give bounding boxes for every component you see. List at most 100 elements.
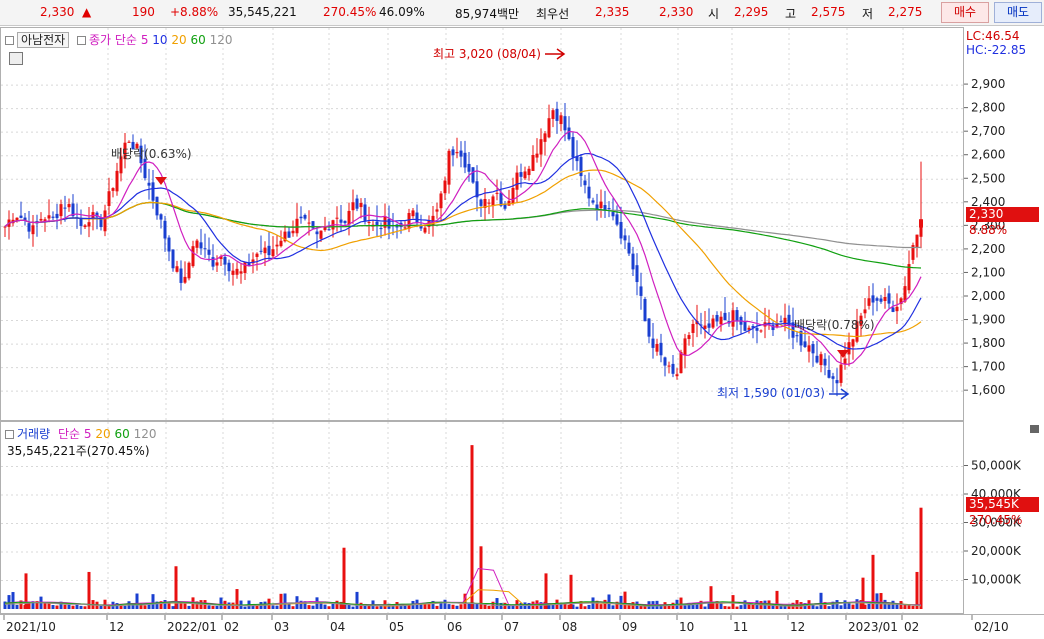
volume-ratio: 270.45%	[323, 5, 377, 19]
volume-bar	[423, 604, 427, 609]
up-arrow-icon: ▲	[82, 5, 92, 19]
candle-body	[147, 182, 151, 186]
volume-bar	[875, 593, 879, 609]
candle-body	[291, 230, 295, 234]
volume-bar	[79, 605, 83, 609]
candle-body	[599, 201, 603, 209]
candle-body	[59, 204, 63, 217]
candle-body	[759, 330, 763, 332]
candle-body	[459, 150, 463, 157]
candle-body	[423, 227, 427, 233]
candle-body	[579, 157, 583, 177]
candle-body	[687, 335, 691, 339]
grid-table-icon[interactable]	[9, 52, 23, 65]
volume-bar	[683, 605, 687, 609]
candle-body	[543, 133, 547, 142]
ma-period-120: 120	[209, 33, 233, 47]
candle-body	[491, 196, 495, 207]
candle-body	[839, 364, 843, 383]
candle-body	[359, 202, 363, 208]
candle-body	[255, 253, 259, 257]
buy-button[interactable]: 매수	[941, 2, 989, 23]
candle-body	[211, 257, 215, 267]
volume-bar	[743, 600, 747, 609]
candle-body	[631, 253, 635, 270]
sell-button[interactable]: 매도	[994, 2, 1042, 23]
candle-body	[527, 168, 531, 176]
volume-bar	[427, 604, 431, 609]
candle-body	[875, 298, 879, 301]
x-tick-label: 10	[679, 620, 694, 634]
candle-body	[347, 210, 351, 225]
candle-body	[275, 244, 279, 247]
volume-bar	[603, 599, 607, 609]
volume-ma-label: 단순	[57, 427, 81, 441]
vol-ma-20: 20	[95, 427, 111, 441]
checkbox-icon[interactable]	[5, 430, 14, 439]
price-tick-label: 2,700	[971, 124, 1005, 138]
volume-bar	[55, 605, 59, 609]
candle-body	[439, 193, 443, 209]
candle-body	[571, 137, 575, 158]
volume-tick-label: 50,000K	[971, 459, 1022, 473]
candle-body	[827, 369, 831, 378]
quote-bar: 2,330 ▲ 190 +8.88% 35,545,221 270.45% 46…	[0, 0, 1044, 26]
volume-bar	[51, 605, 55, 609]
volume-tick-label: 20,000K	[971, 544, 1022, 558]
candle-body	[547, 118, 551, 138]
checkbox-icon[interactable]	[5, 36, 14, 45]
volume-bar	[575, 606, 579, 609]
candle-body	[303, 214, 307, 219]
minimize-icon[interactable]	[1030, 425, 1039, 433]
candle-body	[363, 204, 367, 221]
turnover-percent: 46.09%	[379, 5, 425, 19]
candle-body	[295, 218, 299, 234]
candle-body	[691, 323, 695, 333]
lc-text: LC:46.54	[966, 29, 1020, 43]
price-pane[interactable]: 최고 3,020 (08/04) 최저 1,590 (01/03) 배당락(0.63…	[0, 27, 964, 421]
volume-bar	[171, 606, 175, 609]
candle-body	[435, 209, 439, 212]
price-chart[interactable]: 최고 3,020 (08/04) 최저 1,590 (01/03) 배당락(0.63…	[1, 28, 963, 420]
stock-name[interactable]: 아남전자	[17, 32, 70, 48]
candle-body	[723, 312, 727, 321]
volume-spike-bar	[479, 546, 483, 609]
candle-body	[179, 268, 183, 283]
checkbox-icon[interactable]	[77, 36, 86, 45]
x-tick-label: 2022/01	[167, 620, 217, 634]
candle-body	[611, 212, 615, 217]
volume-bar	[703, 606, 707, 609]
candle-body	[319, 230, 323, 239]
volume-bar	[879, 593, 883, 609]
volume-bar	[435, 605, 439, 609]
price-axis: 2,900 2,800 2,700 2,600 2,500 2,400 2,300 2,200…	[964, 27, 1044, 421]
candle-body	[567, 127, 571, 140]
candle-body	[511, 187, 515, 204]
vol-ma-120: 120	[133, 427, 157, 441]
candle-body	[879, 298, 883, 302]
candle-body	[39, 218, 43, 221]
x-axis: 2021/10 12 2022/01 02 03 04 05 06 07 08 09 10 11 12 20…	[0, 614, 1044, 635]
candle-body	[731, 310, 735, 327]
candle-body	[619, 221, 623, 239]
low-value: 2,275	[888, 5, 923, 19]
candle-body	[779, 321, 783, 323]
vol-ma5-line	[4, 567, 922, 606]
candle-body	[403, 227, 407, 229]
price-tick-label: 2,100	[971, 265, 1005, 279]
candle-body	[259, 250, 263, 252]
price-tick-label: 2,500	[971, 171, 1005, 185]
volume-bar	[75, 604, 79, 609]
volume-bar	[883, 599, 887, 609]
x-tick-label: 04	[330, 620, 345, 634]
candle-body	[635, 265, 639, 283]
candle-body	[19, 215, 23, 218]
volume-bar	[83, 606, 87, 609]
volume-pane[interactable]: 거래량 단순 5 20 60 120 35,545,221주(270.45%)	[0, 421, 964, 614]
volume-bar	[215, 605, 219, 609]
candle-body	[843, 358, 847, 364]
volume-bar	[475, 603, 479, 609]
open-label: 시	[708, 7, 720, 21]
ma-period-5: 5	[140, 33, 149, 47]
volume-spike-bar	[861, 577, 865, 609]
